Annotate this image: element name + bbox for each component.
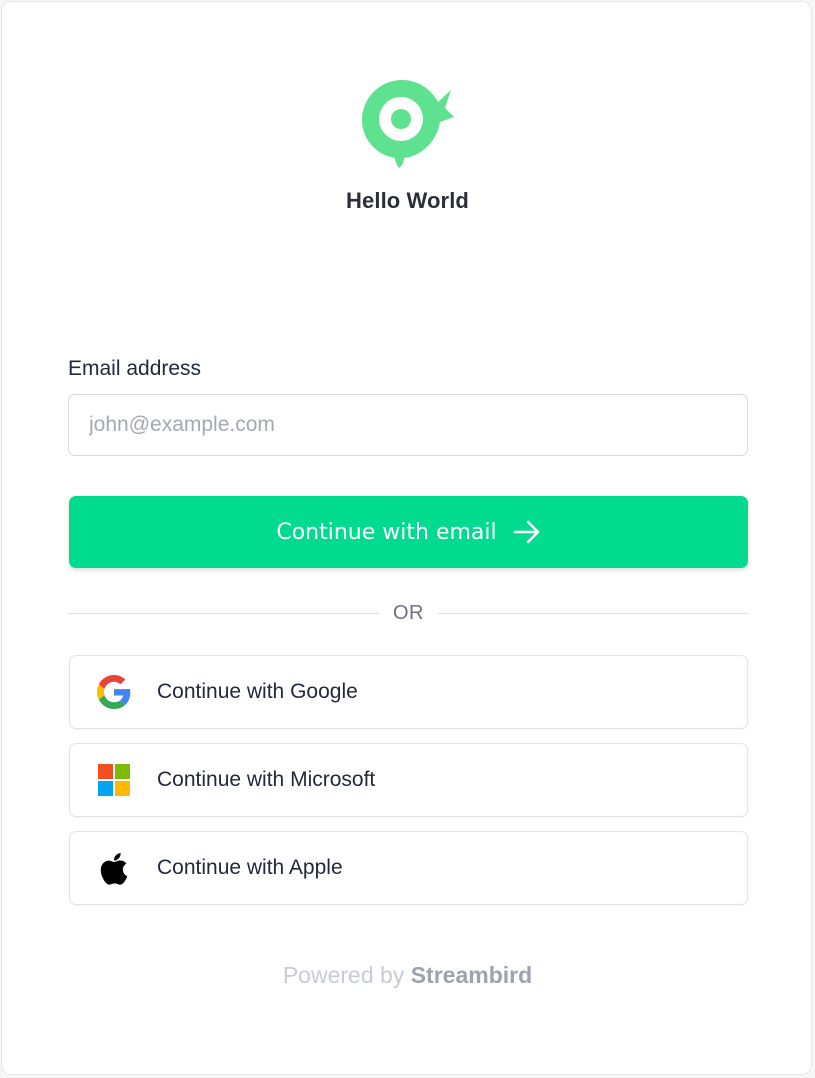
- divider-line-right: [438, 612, 749, 614]
- continue-with-email-label: Continue with email: [276, 519, 497, 545]
- continue-with-microsoft-button[interactable]: Continue with Microsoft: [69, 743, 748, 817]
- continue-with-google-button[interactable]: Continue with Google: [69, 655, 748, 729]
- divider-line-left: [68, 612, 379, 614]
- email-input[interactable]: [68, 394, 748, 456]
- app-title: Hello World: [346, 188, 469, 213]
- powered-by-text: Powered by: [282, 962, 405, 988]
- bird-logo-icon: [359, 78, 455, 170]
- email-label: Email address: [68, 357, 202, 380]
- apple-icon: [96, 850, 132, 886]
- continue-with-email-button[interactable]: Continue with email: [69, 496, 748, 568]
- streambird-brand-link[interactable]: Streambird: [411, 962, 532, 988]
- apple-button-label: Continue with Apple: [157, 856, 343, 879]
- or-divider: OR: [68, 598, 749, 628]
- microsoft-button-label: Continue with Microsoft: [157, 768, 376, 791]
- powered-by-footer: Powered by Streambird: [2, 962, 813, 989]
- google-button-label: Continue with Google: [157, 680, 358, 703]
- google-icon: [96, 674, 132, 710]
- microsoft-icon: [96, 762, 132, 798]
- arrow-right-icon: [513, 520, 539, 544]
- divider-text: OR: [393, 601, 424, 624]
- continue-with-apple-button[interactable]: Continue with Apple: [69, 831, 748, 905]
- login-card: Hello World Email address Continue with …: [1, 1, 812, 1075]
